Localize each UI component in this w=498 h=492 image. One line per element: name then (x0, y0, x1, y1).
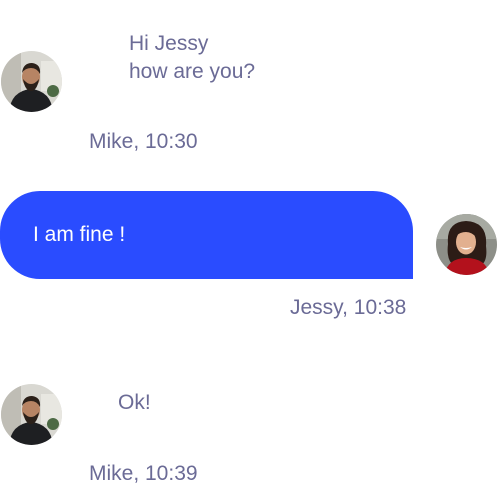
message-meta: Mike, 10:30 (89, 130, 198, 153)
message-text-line: how are you? (129, 60, 256, 83)
avatar-man-icon (1, 51, 62, 112)
message-meta: Mike, 10:39 (89, 462, 198, 485)
avatar-man-icon (1, 384, 62, 445)
avatar-mike[interactable] (1, 384, 62, 445)
chat-thread: Hi Jessy how are you? Mike, 10:30 I am f… (0, 0, 498, 492)
message-meta: Jessy, 10:38 (290, 296, 407, 319)
message-bubble[interactable]: I am fine ! (0, 191, 413, 279)
message-text-line: Hi Jessy (129, 32, 209, 55)
avatar-woman-icon (436, 214, 497, 275)
message-text: I am fine ! (33, 223, 126, 246)
avatar-jessy[interactable] (436, 214, 497, 275)
message-text-line: Ok! (118, 391, 151, 414)
avatar-mike[interactable] (1, 51, 62, 112)
